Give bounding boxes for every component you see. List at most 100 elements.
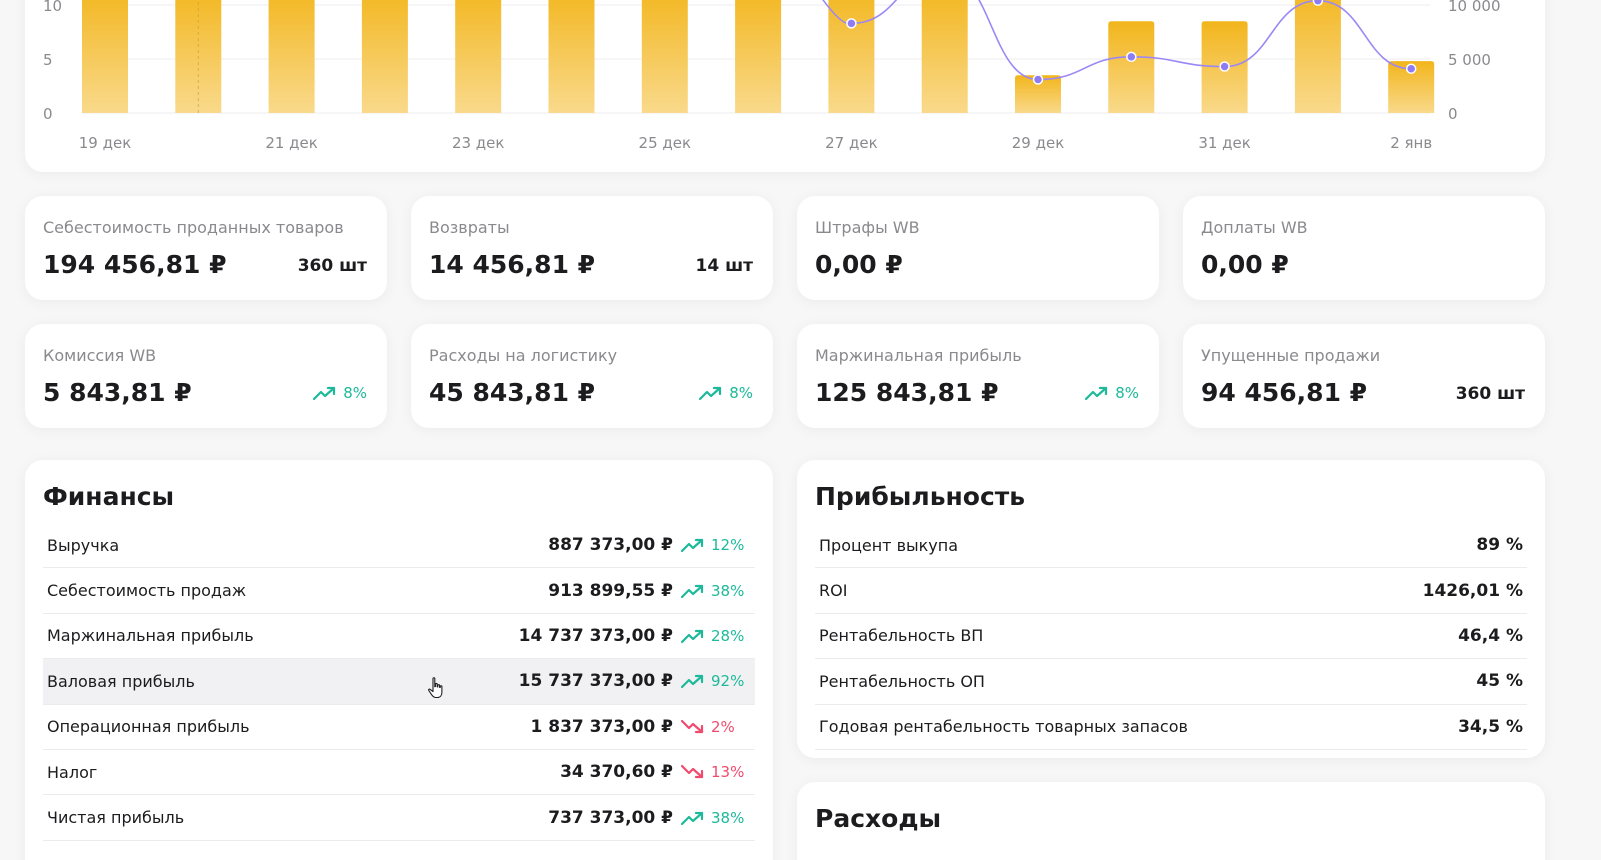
finance-row-values: 34 370,60 ₽ 13% — [560, 762, 751, 782]
finance-row-value: 887 373,00 ₽ — [548, 535, 673, 556]
finance-row-label: Налог — [47, 762, 98, 782]
finance-row-label: Чистая прибыль — [47, 808, 185, 828]
finance-row-value: 15 737 373,00 ₽ — [518, 671, 673, 692]
stat-card-logistics: Расходы на логистику 45 843,81 ₽ 8% — [411, 324, 773, 428]
finance-row-change-value: 2% — [711, 717, 735, 736]
x-tick-label: 27 дек — [825, 134, 878, 152]
stat-change-value: 8% — [1115, 384, 1139, 402]
finance-row-value: 737 373,00 ₽ — [548, 807, 673, 828]
profitability-row-label: Рентабельность ОП — [819, 671, 985, 691]
chart-line-point — [1405, 63, 1417, 74]
profitability-row: Рентабельность ОП 45 % — [815, 659, 1527, 705]
stat-quantity: 360 шт — [297, 256, 367, 276]
finance-row-values: 913 899,55 ₽ 38% — [548, 581, 751, 601]
profitability-row: Процент выкупа 89 % — [815, 523, 1527, 569]
x-tick-label: 2 янв — [1390, 134, 1432, 152]
chart-bar — [828, 0, 875, 113]
stat-value: 0,00 ₽ — [815, 250, 903, 279]
finance-row[interactable]: Налог 34 370,60 ₽ 13% — [43, 750, 755, 796]
stat-label: Возвраты — [429, 218, 510, 237]
profitability-card: Прибыльность Процент выкупа 89 % ROI 1426,0… — [797, 460, 1545, 758]
trend-up-icon — [313, 386, 336, 401]
finance-row-change: 12% — [681, 536, 751, 554]
finance-row-change-value: 12% — [711, 536, 745, 555]
stat-value: 94 456,81 ₽ — [1201, 378, 1368, 407]
stat-quantity: 360 шт — [1455, 384, 1525, 404]
x-tick-label: 23 дек — [452, 134, 505, 152]
chart-bar — [268, 0, 315, 113]
profitability-title: Прибыльность — [815, 482, 1026, 511]
finance-row-change: 38% — [681, 809, 751, 827]
chart-bar — [548, 0, 595, 113]
profitability-row-value: 1426,01 % — [1422, 580, 1523, 601]
expenses-title: Расходы — [815, 804, 942, 833]
y-left-tick-label: 5 — [43, 51, 53, 69]
chart-line-point — [1126, 51, 1137, 63]
stat-value: 45 843,81 ₽ — [429, 378, 596, 407]
x-tick-label: 25 дек — [639, 134, 692, 152]
profitability-row-label: ROI — [819, 581, 848, 601]
stat-change: 8% — [699, 384, 753, 402]
finance-row-change: 13% — [681, 763, 751, 781]
trend-up-icon — [681, 539, 704, 553]
profitability-row-value: 89 % — [1476, 535, 1523, 556]
x-tick-label: 19 дек — [79, 134, 132, 152]
finance-card: Финансы Выручка 887 373,00 ₽ 12% Себестоимо… — [25, 460, 773, 860]
stat-label: Себестоимость проданных товаров — [43, 218, 344, 237]
finance-row[interactable]: Маржинальная прибыль 14 737 373,00 ₽ 28% — [43, 614, 755, 660]
profitability-table: Процент выкупа 89 % ROI 1426,01 % Рентабельн… — [815, 523, 1527, 750]
stat-change: 8% — [313, 384, 367, 402]
finance-row[interactable]: Себестоимость продаж 913 899,55 ₽ 38% — [43, 568, 755, 614]
finance-row-values: 14 737 373,00 ₽ 28% — [519, 626, 751, 646]
stat-change-value: 8% — [729, 384, 753, 402]
chart-bar — [455, 0, 502, 113]
stat-card-returns: Возвраты 14 456,81 ₽ 14 шт — [411, 196, 773, 300]
finance-row-change-value: 38% — [711, 808, 745, 827]
sales-chart: 0 5 10 0 5 000 10 000 19 дек 21 дек 23 дек 25 дек… — [43, 0, 1501, 152]
stat-card-marginal-profit: Маржинальная прибыль 125 843,81 ₽ 8% — [797, 324, 1159, 428]
y-left-tick-label: 0 — [43, 105, 53, 123]
stat-value: 5 843,81 ₽ — [43, 378, 192, 407]
chart-line-point — [1032, 74, 1044, 85]
finance-row[interactable]: Чистая прибыль 737 373,00 ₽ 38% — [43, 795, 755, 841]
finance-row[interactable]: Валовая прибыль 15 737 373,00 ₽ 92% — [43, 659, 755, 705]
stat-quantity: 14 шт — [695, 256, 753, 276]
y-right-tick-label: 5 000 — [1448, 51, 1491, 69]
stat-card-wb-fines: Штрафы WB 0,00 ₽ — [797, 196, 1159, 300]
finance-row-change-value: 28% — [711, 626, 745, 645]
chart-bar — [921, 0, 968, 113]
finance-row-values: 887 373,00 ₽ 12% — [548, 535, 751, 555]
profitability-row: ROI 1426,01 % — [815, 568, 1527, 614]
profitability-row-label: Годовая рентабельность товарных запасов — [819, 717, 1188, 737]
profitability-row-value: 45 % — [1476, 671, 1523, 692]
profitability-row-label: Процент выкупа — [819, 535, 959, 555]
finance-row-change: 2% — [681, 718, 751, 736]
chart-bar — [735, 0, 782, 113]
x-tick-label: 29 дек — [1012, 134, 1065, 152]
finance-row[interactable]: Выручка 887 373,00 ₽ 12% — [43, 523, 755, 569]
x-tick-label: 31 дек — [1198, 134, 1251, 152]
trend-up-icon — [681, 629, 704, 644]
finance-row-value: 34 370,60 ₽ — [560, 762, 673, 783]
finance-row-label: Маржинальная прибыль — [47, 626, 254, 646]
stat-label: Штрафы WB — [815, 218, 920, 237]
finance-row-change: 38% — [681, 582, 751, 600]
y-right-tick-label: 10 000 — [1448, 0, 1501, 15]
chart-line-point — [1312, 0, 1324, 6]
finance-row[interactable]: Операционная прибыль 1 837 373,00 ₽ 2% — [43, 705, 755, 750]
finance-row-change: 92% — [681, 672, 751, 690]
stat-card-cost-of-goods: Себестоимость проданных товаров 194 456,… — [25, 196, 387, 300]
profitability-row-value: 34,5 % — [1458, 716, 1523, 737]
profitability-row-label: Рентабельность ВП — [819, 626, 984, 646]
finance-row-label: Операционная прибыль — [47, 717, 250, 737]
finance-row-value: 14 737 373,00 ₽ — [518, 625, 673, 646]
stat-change-value: 8% — [343, 384, 367, 402]
sales-chart-card: 0 5 10 0 5 000 10 000 19 дек 21 дек 23 дек 25 дек… — [25, 0, 1545, 172]
chart-bar — [361, 0, 408, 113]
chart-bar — [1294, 0, 1341, 113]
stat-card-wb-surcharges: Доплаты WB 0,00 ₽ — [1183, 196, 1545, 300]
trend-up-icon — [1085, 386, 1108, 401]
finance-row-label: Валовая прибыль — [47, 671, 195, 691]
stat-label: Расходы на логистику — [429, 346, 618, 365]
stat-label: Упущенные продажи — [1201, 346, 1381, 365]
